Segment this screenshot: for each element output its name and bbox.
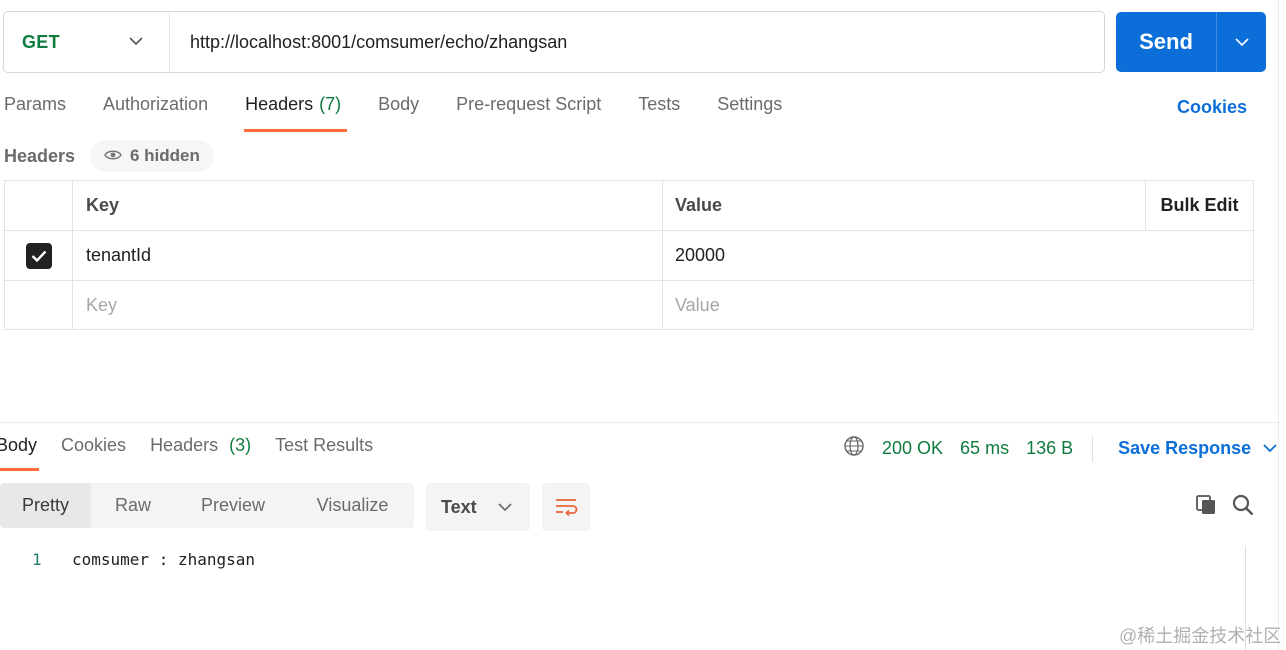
- tab-headers[interactable]: Headers (7): [244, 94, 348, 132]
- url-input[interactable]: [170, 12, 1104, 72]
- status-code[interactable]: 200 OK: [882, 438, 943, 459]
- tab-tests[interactable]: Tests: [638, 94, 680, 132]
- wrap-lines-icon: [556, 499, 578, 516]
- response-tab-cookies[interactable]: Cookies: [61, 435, 126, 471]
- empty-checkbox-cell: [5, 281, 73, 329]
- new-key-input[interactable]: Key: [73, 281, 663, 329]
- method-select[interactable]: GET: [4, 12, 170, 72]
- tab-body[interactable]: Body: [378, 94, 419, 132]
- format-tab-pretty[interactable]: Pretty: [0, 483, 91, 528]
- new-value-input[interactable]: Value: [663, 281, 1253, 329]
- language-select[interactable]: Text: [426, 483, 530, 531]
- value-column-header: Value: [675, 195, 723, 215]
- send-options-button[interactable]: [1217, 12, 1266, 72]
- status-divider: [1092, 435, 1094, 462]
- save-response-button[interactable]: Save Response: [1118, 438, 1277, 459]
- bulk-edit-button[interactable]: Bulk Edit: [1145, 181, 1253, 230]
- response-size[interactable]: 136 B: [1026, 438, 1073, 459]
- header-key-input[interactable]: tenantId: [73, 231, 663, 280]
- search-icon: [1232, 494, 1254, 516]
- format-tab-preview[interactable]: Preview: [175, 483, 291, 528]
- line-number: 1: [32, 550, 42, 569]
- table-row: tenantId 20000: [5, 231, 1253, 281]
- response-tab-headers-count: (3): [229, 435, 252, 455]
- response-tab-test-results[interactable]: Test Results: [275, 435, 373, 471]
- eye-icon: [104, 146, 122, 166]
- hidden-headers-label: 6 hidden: [130, 146, 200, 165]
- response-status-bar: 200 OK 65 ms 136 B Save Response: [843, 435, 1277, 462]
- tab-prerequest-script[interactable]: Pre-request Script: [456, 94, 601, 132]
- line-text[interactable]: comsumer : zhangsan: [72, 550, 255, 569]
- row-checkbox-cell: [5, 231, 73, 280]
- language-label: Text: [441, 496, 477, 517]
- save-response-label: Save Response: [1118, 438, 1252, 458]
- tab-params[interactable]: Params: [4, 94, 66, 132]
- headers-section-title: Headers: [4, 146, 76, 166]
- tab-authorization[interactable]: Authorization: [103, 94, 208, 132]
- chevron-down-icon: [1234, 37, 1249, 46]
- format-tab-raw[interactable]: Raw: [91, 483, 175, 528]
- format-tab-visualize[interactable]: Visualize: [291, 483, 414, 528]
- globe-icon[interactable]: [843, 435, 865, 462]
- checkbox-column-header: [5, 181, 73, 230]
- checkmark-icon: [31, 250, 46, 262]
- window-edge: [1278, 0, 1279, 650]
- tab-headers-label: Headers: [245, 94, 314, 114]
- response-tabs: Body Cookies Headers (3) Test Results: [0, 435, 397, 471]
- chevron-down-icon: [498, 502, 512, 511]
- response-tab-body[interactable]: Body: [0, 435, 40, 471]
- row-checkbox[interactable]: [25, 242, 52, 269]
- watermark: @稀土掘金技术社区: [1119, 626, 1282, 646]
- copy-icon: [1196, 495, 1215, 514]
- method-label: GET: [22, 31, 60, 52]
- table-header-row: Key Value Bulk Edit: [5, 181, 1253, 231]
- response-tab-headers-label: Headers: [150, 435, 219, 455]
- key-column-header: Key: [73, 181, 663, 230]
- tab-headers-count: (7): [319, 94, 342, 114]
- response-tab-headers[interactable]: Headers (3): [150, 435, 251, 471]
- format-tabs: Pretty Raw Preview Visualize: [0, 483, 414, 528]
- cookies-link[interactable]: Cookies: [1177, 97, 1247, 118]
- header-value-input[interactable]: 20000: [663, 231, 1253, 280]
- chevron-down-icon: [1263, 444, 1277, 453]
- request-tabs: Params Authorization Headers (7) Body Pr…: [4, 94, 819, 134]
- send-button[interactable]: Send: [1116, 12, 1217, 72]
- search-button[interactable]: [1230, 492, 1256, 518]
- tab-settings[interactable]: Settings: [717, 94, 782, 132]
- wrap-lines-button[interactable]: [542, 483, 590, 531]
- send-button-group: Send: [1116, 12, 1266, 72]
- hidden-headers-toggle[interactable]: 6 hidden: [90, 140, 214, 172]
- chevron-down-icon: [129, 33, 143, 51]
- response-divider[interactable]: [0, 422, 1280, 423]
- copy-button[interactable]: [1193, 492, 1219, 518]
- response-time[interactable]: 65 ms: [960, 438, 1009, 459]
- headers-table: Key Value Bulk Edit tenantId 20000 Key V…: [4, 180, 1254, 330]
- request-bar: GET: [3, 11, 1105, 73]
- table-row-new: Key Value: [5, 281, 1253, 329]
